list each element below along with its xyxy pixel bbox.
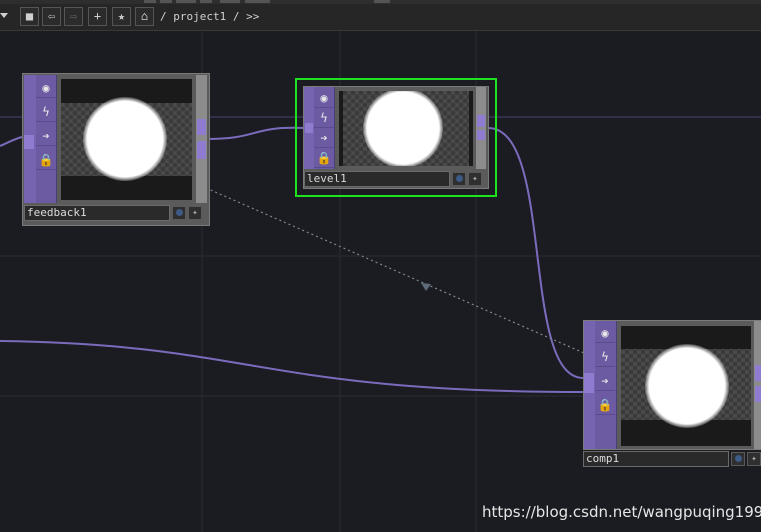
output-port[interactable] [197, 141, 206, 159]
node-name[interactable]: level1 [304, 171, 450, 187]
viewer-icon[interactable]: ◉ [314, 88, 334, 108]
wire-feedback1-to-level1 [205, 126, 305, 140]
forward-icon: ⇨ [69, 9, 78, 23]
node-add-icon[interactable]: ✦ [188, 206, 202, 220]
output-port[interactable] [755, 365, 761, 381]
node-add-icon[interactable]: ✦ [468, 172, 482, 186]
node-add-icon[interactable]: ✦ [747, 452, 761, 466]
node-preview[interactable] [621, 326, 751, 446]
viewer-icon[interactable]: ◉ [36, 78, 56, 98]
wire-in-comp1 [0, 340, 585, 393]
bookmark-button[interactable]: ★ [112, 7, 131, 26]
feedback-reference-line [205, 187, 585, 354]
node-display-button[interactable] [731, 452, 745, 466]
input-port[interactable] [584, 373, 594, 393]
lock-icon[interactable]: 🔒 [595, 395, 615, 415]
output-port[interactable] [755, 386, 761, 402]
star-icon: ★ [117, 9, 126, 23]
output-port[interactable] [477, 115, 485, 127]
stop-button[interactable]: ■ [20, 7, 39, 26]
output-port[interactable] [197, 119, 206, 135]
cook-icon[interactable]: ϟ [595, 347, 615, 367]
node-preview[interactable] [339, 91, 473, 166]
collapse-icon[interactable] [0, 13, 8, 18]
home-button[interactable]: ⌂ [135, 7, 154, 26]
cook-icon[interactable]: ϟ [314, 108, 334, 128]
node-name[interactable]: feedback1 [24, 205, 170, 221]
bypass-icon[interactable]: ➔ [36, 126, 56, 146]
lock-icon[interactable]: 🔒 [314, 148, 334, 168]
node-name[interactable]: comp1 [583, 451, 729, 467]
bypass-icon[interactable]: ➔ [595, 371, 615, 391]
network-path[interactable]: / project1 / >> [160, 10, 259, 23]
add-icon: + [93, 9, 102, 23]
output-port[interactable] [477, 130, 485, 140]
forward-button[interactable]: ⇨ [64, 7, 83, 26]
node-feedback1[interactable]: ◉ ϟ ➔ 🔒 feedback1 ✦ [22, 73, 210, 226]
input-port[interactable] [24, 135, 34, 149]
back-button[interactable]: ⇦ [42, 7, 61, 26]
stop-icon: ■ [25, 9, 34, 23]
back-icon: ⇦ [47, 9, 56, 23]
reference-arrow-icon [421, 283, 431, 291]
cook-icon[interactable]: ϟ [36, 102, 56, 122]
lock-icon[interactable]: 🔒 [36, 150, 56, 170]
network-toolbar: ■ ⇦ ⇨ + ★ ⌂ / project1 / >> [0, 0, 761, 31]
node-comp1[interactable]: ◉ ϟ ➔ 🔒 comp1 ✦ [583, 320, 761, 468]
node-level1[interactable]: ◉ ϟ ➔ 🔒 level1 ✦ [295, 78, 497, 197]
input-port[interactable] [305, 123, 313, 133]
watermark-url: https://blog.csdn.net/wangpuqing1997 [482, 503, 761, 521]
node-display-button[interactable] [172, 206, 186, 220]
top-strip [0, 0, 761, 4]
wire-level1-to-comp1 [487, 127, 585, 380]
home-icon: ⌂ [140, 9, 149, 23]
node-display-button[interactable] [452, 172, 466, 186]
node-preview[interactable] [61, 79, 192, 200]
add-button[interactable]: + [88, 7, 107, 26]
viewer-icon[interactable]: ◉ [595, 323, 615, 343]
bypass-icon[interactable]: ➔ [314, 128, 334, 148]
